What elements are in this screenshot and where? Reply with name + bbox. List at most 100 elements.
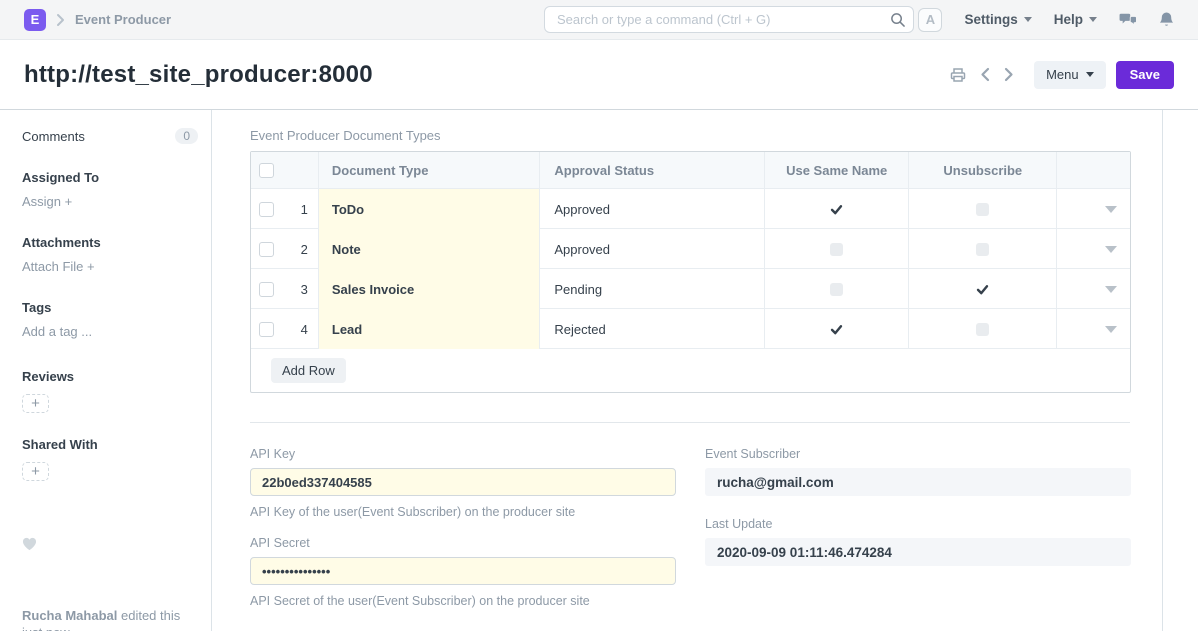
- attach-file-button[interactable]: Attach File +: [22, 259, 198, 274]
- prev-record-icon[interactable]: [978, 65, 992, 84]
- cell-approval-status[interactable]: Rejected: [540, 309, 764, 349]
- row-checkbox[interactable]: [259, 282, 274, 297]
- last-edited-info: Rucha Mahabal edited this just now: [22, 607, 184, 631]
- row-index[interactable]: 1: [301, 202, 308, 217]
- cell-document-type[interactable]: ToDo: [319, 189, 540, 229]
- api-key-input[interactable]: [250, 468, 676, 496]
- search-input[interactable]: [544, 6, 914, 33]
- cell-use-same-name[interactable]: [765, 269, 910, 309]
- attachments-heading: Attachments: [22, 235, 198, 250]
- row-dropdown-toggle[interactable]: [1057, 269, 1130, 309]
- grid-header-row: Document Type Approval Status Use Same N…: [251, 152, 1130, 189]
- cell-approval-status[interactable]: Approved: [540, 229, 764, 269]
- form-sidebar: Comments 0 Assigned To Assign + Attachme…: [0, 110, 212, 631]
- next-record-icon[interactable]: [1002, 65, 1016, 84]
- chevron-down-icon: [1105, 206, 1117, 213]
- add-tag-input[interactable]: Add a tag ...: [22, 324, 198, 339]
- column-header-approval-status[interactable]: Approval Status: [540, 152, 764, 189]
- row-checkbox[interactable]: [259, 242, 274, 257]
- breadcrumb[interactable]: Event Producer: [75, 12, 171, 27]
- api-key-help: API Key of the user(Event Subscriber) on…: [250, 505, 676, 519]
- global-search: [544, 6, 914, 33]
- user-avatar[interactable]: A: [918, 8, 942, 32]
- row-select-cell: 2: [251, 229, 319, 269]
- add-row-button[interactable]: Add Row: [271, 358, 346, 383]
- row-index[interactable]: 3: [301, 282, 308, 297]
- cell-unsubscribe[interactable]: [909, 229, 1057, 269]
- check-icon: [830, 203, 843, 216]
- settings-menu[interactable]: Settings: [964, 12, 1031, 27]
- check-icon: [976, 283, 989, 296]
- cell-use-same-name[interactable]: [765, 229, 910, 269]
- edited-text: edited this: [121, 608, 180, 623]
- like-heart-icon[interactable]: [22, 537, 198, 554]
- row-index[interactable]: 4: [301, 322, 308, 337]
- column-header-unsubscribe[interactable]: Unsubscribe: [909, 152, 1057, 189]
- last-update-value: 2020-09-09 01:11:46.474284: [705, 538, 1131, 566]
- event-subscriber-field: Event Subscriber rucha@gmail.com: [705, 447, 1131, 496]
- table-row[interactable]: 4 LeadRejected: [251, 309, 1130, 349]
- chevron-down-icon: [1024, 17, 1032, 22]
- grid-label: Event Producer Document Types: [250, 128, 1130, 143]
- column-header-document-type[interactable]: Document Type: [319, 152, 540, 189]
- select-all-checkbox[interactable]: [259, 163, 274, 178]
- cell-document-type[interactable]: Note: [319, 229, 540, 269]
- api-secret-label: API Secret: [250, 536, 676, 550]
- notifications-bell-icon[interactable]: [1159, 11, 1174, 28]
- row-checkbox[interactable]: [259, 322, 274, 337]
- event-subscriber-value: rucha@gmail.com: [705, 468, 1131, 496]
- edited-time: just now: [22, 625, 70, 631]
- cell-approval-status[interactable]: Pending: [540, 269, 764, 309]
- event-subscriber-label: Event Subscriber: [705, 447, 1131, 461]
- document-types-section: Event Producer Document Types Document T…: [250, 110, 1130, 423]
- app-logo[interactable]: E: [24, 9, 46, 31]
- api-section: API Key API Key of the user(Event Subscr…: [250, 423, 1130, 608]
- unchecked-indicator: [830, 283, 843, 296]
- row-select-cell: 4: [251, 309, 319, 349]
- cell-unsubscribe[interactable]: [909, 189, 1057, 229]
- row-index[interactable]: 2: [301, 242, 308, 257]
- navbar: E Event Producer A Settings Help: [0, 0, 1198, 40]
- save-button[interactable]: Save: [1116, 61, 1174, 89]
- column-header-use-same-name[interactable]: Use Same Name: [765, 152, 910, 189]
- search-icon[interactable]: [890, 12, 905, 30]
- add-review-button[interactable]: +: [22, 394, 49, 413]
- chevron-down-icon: [1105, 286, 1117, 293]
- unchecked-indicator: [976, 203, 989, 216]
- row-dropdown-toggle[interactable]: [1057, 229, 1130, 269]
- cell-approval-status[interactable]: Approved: [540, 189, 764, 229]
- cell-unsubscribe[interactable]: [909, 309, 1057, 349]
- cell-use-same-name[interactable]: [765, 189, 910, 229]
- help-menu[interactable]: Help: [1054, 12, 1097, 27]
- cell-document-type[interactable]: Sales Invoice: [319, 269, 540, 309]
- reviews-heading: Reviews: [22, 369, 198, 384]
- api-secret-input[interactable]: [250, 557, 676, 585]
- api-key-label: API Key: [250, 447, 676, 461]
- print-icon[interactable]: [948, 65, 968, 85]
- editor-name: Rucha Mahabal: [22, 608, 117, 623]
- chat-icon[interactable]: [1119, 12, 1137, 28]
- api-key-field: API Key API Key of the user(Event Subscr…: [250, 447, 676, 519]
- chevron-down-icon: [1105, 246, 1117, 253]
- menu-button[interactable]: Menu: [1034, 61, 1106, 89]
- unchecked-indicator: [830, 243, 843, 256]
- sidebar-comments-link[interactable]: Comments: [22, 129, 85, 144]
- table-row[interactable]: 2 NoteApproved: [251, 229, 1130, 269]
- settings-label: Settings: [964, 12, 1017, 27]
- assign-button[interactable]: Assign +: [22, 194, 198, 209]
- tags-heading: Tags: [22, 300, 198, 315]
- last-update-label: Last Update: [705, 517, 1131, 531]
- cell-use-same-name[interactable]: [765, 309, 910, 349]
- page-head: http://test_site_producer:8000 Menu Save: [0, 40, 1198, 110]
- comments-count-badge[interactable]: 0: [175, 128, 198, 144]
- add-share-button[interactable]: +: [22, 462, 49, 481]
- row-dropdown-toggle[interactable]: [1057, 309, 1130, 349]
- row-checkbox[interactable]: [259, 202, 274, 217]
- document-types-grid: Document Type Approval Status Use Same N…: [250, 151, 1131, 393]
- cell-document-type[interactable]: Lead: [319, 309, 540, 349]
- row-dropdown-toggle[interactable]: [1057, 189, 1130, 229]
- table-row[interactable]: 1 ToDoApproved: [251, 189, 1130, 229]
- api-secret-field: API Secret API Secret of the user(Event …: [250, 536, 676, 608]
- table-row[interactable]: 3 Sales InvoicePending: [251, 269, 1130, 309]
- cell-unsubscribe[interactable]: [909, 269, 1057, 309]
